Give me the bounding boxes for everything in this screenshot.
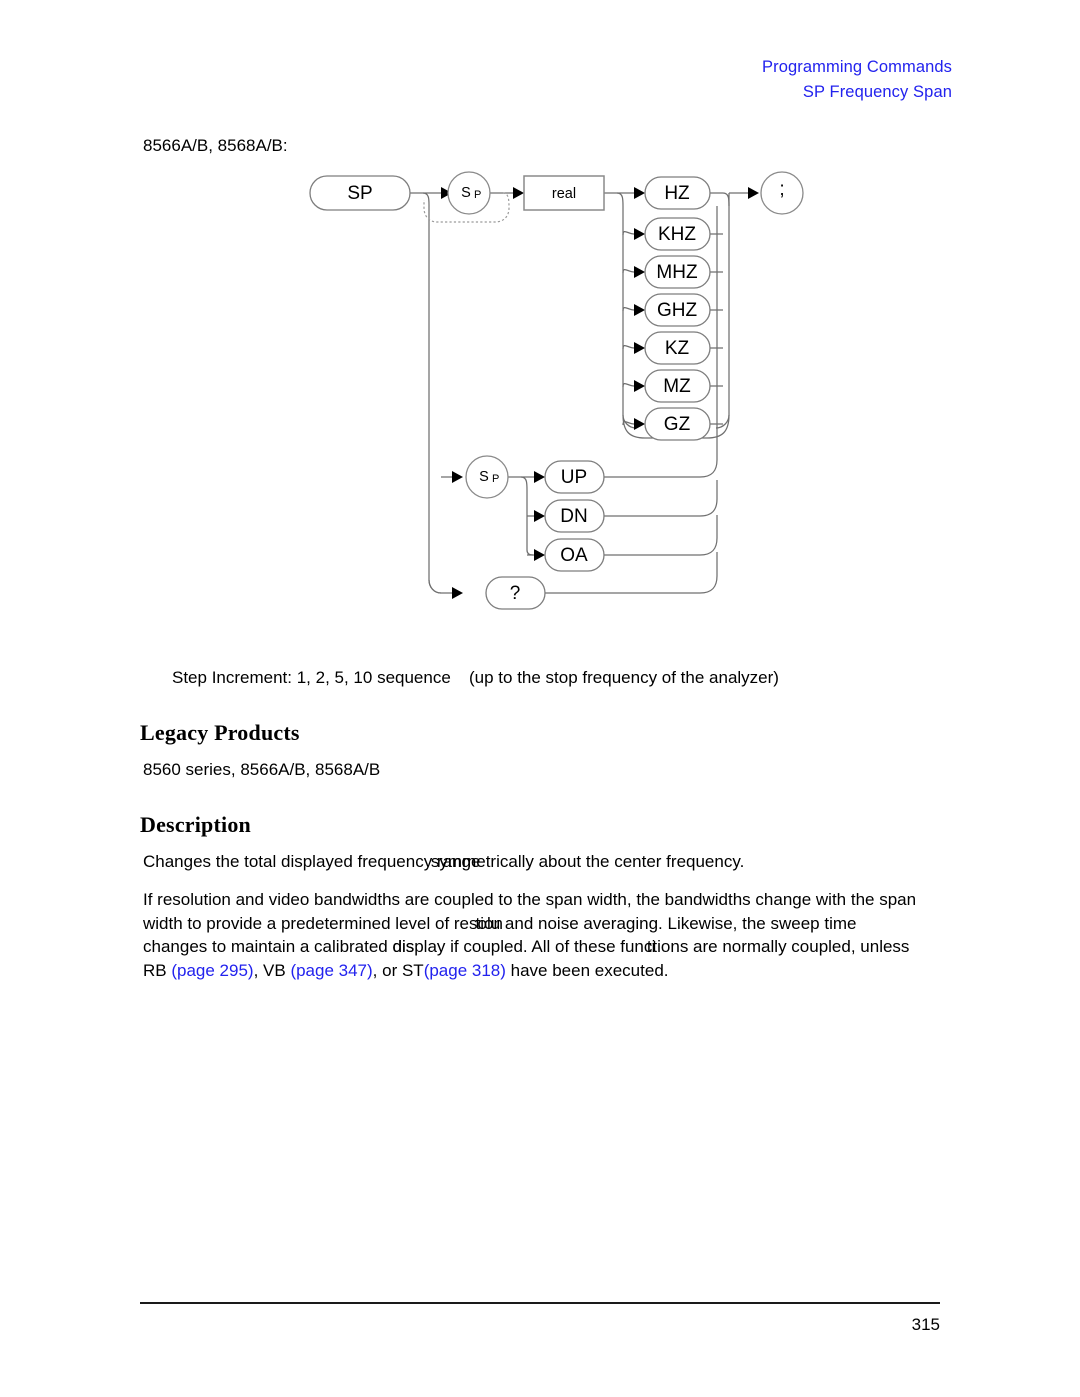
diagram-node-unit-hz-label: HZ [664, 183, 690, 204]
diagram-node-step-oa-label: OA [560, 545, 588, 566]
page-reference-347[interactable]: (page 347) [290, 961, 372, 980]
diagram-node-sp-start-label: SP [347, 183, 372, 204]
desc-p1-part-c: symmetrically about the center frequency… [430, 852, 745, 871]
step-increment-overlap: Step Increment: 1, 2, 5, 10 sequence (up… [172, 668, 779, 688]
diagram-node-real-label: real [552, 186, 576, 202]
diagram-node-unit-ghz-label: GHZ [657, 300, 698, 321]
page-reference-295[interactable]: (page 295) [171, 961, 253, 980]
diagram-node-unit-mhz: MHZ [644, 255, 711, 289]
diagram-node-unit-khz-label: KHZ [658, 224, 696, 245]
desc-p2-l4-tail: have been executed. [505, 960, 669, 980]
desc-p2-l4-or: or ST [382, 960, 424, 980]
desc-p2-l2-c: tion [475, 913, 503, 933]
page-reference-318[interactable]: (page 318) [424, 961, 506, 980]
desc-p2-line-3: changes to maintain a calibrated display… [143, 935, 1043, 959]
step-increment-line: Step Increment: 1, 2, 5, 10 sequence (up… [172, 668, 779, 688]
models-caption: 8566A/B, 8568A/B: [143, 136, 288, 155]
desc-p2-line-2: width to provide a predetermined level o… [143, 912, 1043, 936]
diagram-node-unit-mz-label: MZ [663, 376, 691, 397]
desc-p2-l4-rb: RB [143, 960, 172, 980]
desc-p2-l3-c: dis [392, 937, 415, 956]
desc-p2-l4-sep-1: , [253, 960, 264, 980]
diagram-node-sp-token-lower-label: S [479, 469, 489, 485]
desc-p1-overlap: range symmetrically about the center freq… [431, 852, 744, 872]
diagram-node-sp-token-lower-sub: P [492, 473, 499, 485]
diagram-node-step-dn: DN [544, 499, 605, 533]
diagram-node-step-up: UP [544, 460, 605, 494]
diagram-node-sp-token-upper: S P [447, 171, 491, 215]
diagram-node-terminator: ; [760, 171, 804, 215]
diagram-node-query-label: ? [510, 583, 521, 604]
desc-p2-line-1: If resolution and video bandwidths are c… [143, 890, 917, 909]
diagram-node-unit-mhz-label: MHZ [656, 262, 698, 283]
step-increment-part-a: Step Increment: 1, 2, 5, 10 sequence [172, 668, 451, 687]
legacy-products-list: 8560 series, 8566A/B, 8568A/B [143, 760, 381, 779]
desc-p2-line-4: RB (page 295), VB (page 347), or ST(page… [143, 959, 1043, 983]
diagram-node-unit-mz: MZ [644, 369, 711, 403]
diagram-node-unit-kz-label: KZ [665, 338, 690, 359]
desc-p2-l4-vb: VB [263, 960, 291, 980]
desc-p2-l3-overlap-2: ctio ti [644, 935, 670, 959]
step-increment-part-b: (up to the stop frequency of the analyze… [469, 668, 779, 687]
diagram-node-unit-hz: HZ [644, 176, 711, 210]
desc-p1-part-a: Changes the total displayed frequency [143, 852, 437, 871]
footer-rule [140, 1302, 940, 1304]
running-header: Programming Commands SP Frequency Span [762, 55, 952, 105]
diagram-node-sp-start: SP [309, 175, 411, 211]
diagram-node-query: ? [485, 576, 546, 610]
desc-p2-l3-a: changes to maintain a calibrated [143, 937, 393, 956]
desc-p2-l3-g: ns are normally coupled, unless [670, 937, 910, 956]
diagram-node-step-up-label: UP [561, 467, 587, 488]
desc-p2-l2-overlap: olu tion [475, 912, 503, 936]
diagram-node-terminator-label: ; [779, 179, 784, 200]
desc-p2-l2-d: and noise averaging. Likewise, the sweep… [500, 913, 857, 933]
desc-p2-l3-d: if coupled. All of these fun [445, 937, 644, 956]
desc-p2-l3-overlap-1: display dis [393, 935, 446, 959]
diagram-node-real: real [523, 175, 605, 211]
diagram-node-step-dn-label: DN [560, 506, 587, 527]
diagram-node-step-oa: OA [544, 538, 605, 572]
description-paragraph-1: Changes the total displayed frequency ra… [143, 852, 744, 872]
diagram-node-unit-kz: KZ [644, 331, 711, 365]
header-line-section: SP Frequency Span [802, 83, 952, 101]
diagram-node-sp-token-lower: S P [465, 455, 509, 499]
desc-p2-l4-sep-2: , [372, 960, 383, 980]
diagram-node-unit-khz: KHZ [644, 217, 711, 251]
heading-legacy-products: Legacy Products [140, 720, 300, 745]
desc-p2-l2-a: width to provide a predetermined level o… [143, 913, 478, 933]
heading-description: Description [140, 812, 251, 837]
diagram-node-unit-ghz: GHZ [644, 293, 711, 327]
desc-p2-l3-f: ti [646, 937, 656, 956]
diagram-node-sp-token-upper-label: S [461, 185, 471, 201]
header-line-chapter: Programming Commands [762, 58, 952, 76]
diagram-node-sp-token-upper-sub: P [474, 189, 481, 201]
page-number: 315 [911, 1315, 940, 1334]
description-paragraph-2: If resolution and video bandwidths are c… [143, 888, 1043, 982]
diagram-node-unit-gz: GZ [644, 407, 711, 441]
diagram-node-unit-gz-label: GZ [664, 414, 691, 435]
syntax-diagram: SP S P real HZ KHZ MHZ GHZ KZ MZ GZ ; S … [0, 160, 1080, 630]
